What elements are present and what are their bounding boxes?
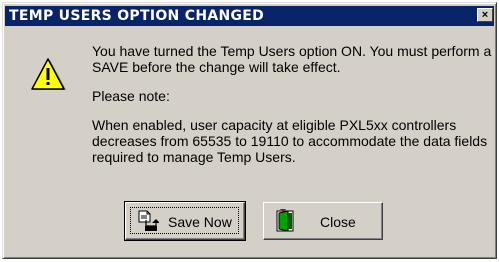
message-line-2: Please note: <box>92 88 170 104</box>
title-bar[interactable]: TEMP USERS OPTION CHANGED × <box>5 6 494 26</box>
message-line-3: When enabled, user capacity at eligible … <box>92 117 488 165</box>
close-title-button[interactable]: × <box>477 8 493 22</box>
message-line-1: You have turned the Temp Users option ON… <box>92 43 492 75</box>
save-document-icon <box>138 210 159 231</box>
save-now-label: Save Now <box>168 214 232 230</box>
dialog-title: TEMP USERS OPTION CHANGED <box>9 8 265 24</box>
save-now-button[interactable]: Save Now <box>124 201 246 241</box>
message-area: You have turned the Temp Users option ON… <box>92 43 494 165</box>
temp-users-dialog: TEMP USERS OPTION CHANGED × You have tur… <box>2 2 497 259</box>
close-label: Close <box>320 214 356 230</box>
close-button[interactable]: Close <box>263 202 383 240</box>
warning-icon <box>31 58 66 90</box>
exit-door-icon <box>276 209 294 232</box>
